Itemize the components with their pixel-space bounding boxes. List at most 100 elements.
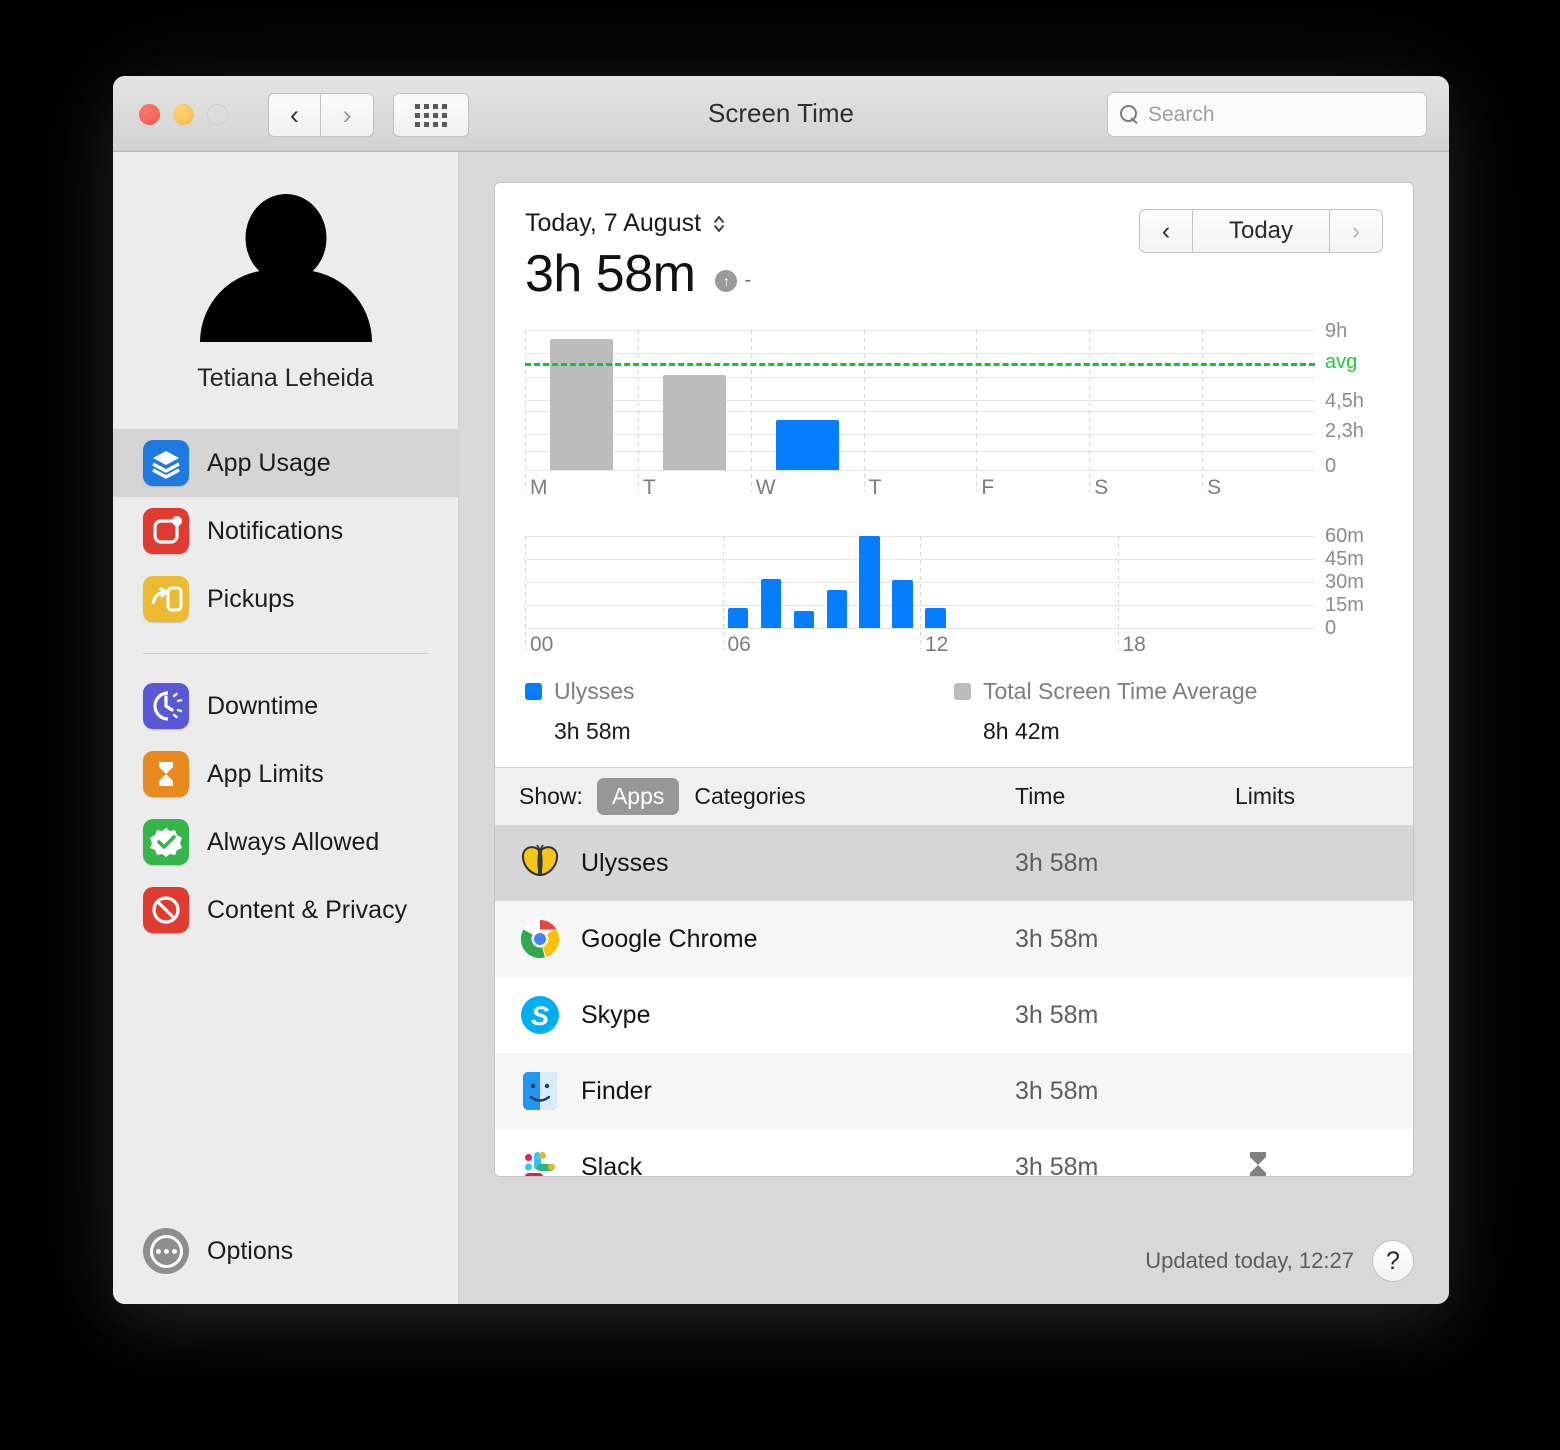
app-list: Ulysses 3h 58m Google Chrome 3h 58m S Sk… [495,825,1413,1176]
date-label: Today, 7 August [525,209,702,237]
svg-text:S: S [531,1001,549,1031]
table-row[interactable]: Finder 3h 58m [495,1053,1413,1129]
y-tick-label: 60m [1325,525,1364,547]
gridline [525,470,1315,471]
app-name: Google Chrome [581,924,758,953]
app-name: Skype [581,1000,651,1029]
gridline-vertical [525,536,526,650]
weekly-chart: 9h 4,5h 2,3h 0 avg M T W T F S S [495,320,1413,499]
sidebar-item-content-privacy[interactable]: Content & Privacy [113,876,458,944]
sidebar-item-notifications[interactable]: Notifications [113,497,458,565]
x-tick-label: S [1094,476,1109,499]
legend-swatch [954,683,971,700]
usage-panel: Today, 7 August 3h 58m ↑ - ‹ Today › 9h … [494,182,1414,1177]
gridline-vertical [525,330,526,492]
chrome-icon [519,918,561,960]
search-input[interactable] [1148,102,1414,127]
options-button[interactable]: Options [143,1228,293,1274]
x-tick-label: 12 [925,633,949,656]
window-titlebar: ‹ › Screen Time [113,76,1449,152]
gridline [525,376,1315,378]
finder-icon [519,1070,561,1112]
x-tick-label: W [755,476,776,499]
sidebar-item-always-allowed[interactable]: Always Allowed [113,808,458,876]
limit-hourglass-icon [1243,1148,1273,1176]
legend-swatch [525,683,542,700]
gridline [525,330,1315,331]
screen-time-window: ‹ › Screen Time Tetiana L [113,76,1449,1304]
segment-apps[interactable]: Apps [596,778,680,815]
weekly-bar[interactable] [775,420,839,470]
app-time: 3h 58m [1015,848,1099,877]
check-badge-icon [143,819,189,865]
app-time: 3h 58m [1015,1152,1099,1177]
y-tick-label: 2,3h [1325,420,1364,442]
sidebar-item-label: App Usage [207,448,331,477]
weekly-bar[interactable] [662,375,726,470]
total-time-value: 3h 58m [525,245,696,303]
user-profile: Tetiana Leheida [113,152,458,393]
main-content: Today, 7 August 3h 58m ↑ - ‹ Today › 9h … [459,152,1449,1304]
column-header-limits: Limits [1235,783,1296,809]
gridline-vertical [1202,330,1204,492]
gridline [525,353,1315,355]
sidebar-item-pickups[interactable]: Pickups [113,565,458,633]
y-tick-label: 15m [1325,594,1364,616]
x-tick-label: 00 [530,633,554,656]
avatar [198,194,374,342]
hourly-bar[interactable] [892,580,913,628]
help-button[interactable]: ? [1372,1240,1414,1282]
sidebar-item-label: Pickups [207,584,295,613]
legend-label: Ulysses [554,678,635,704]
date-stepper-icon[interactable] [711,212,727,236]
gridline [525,451,1315,453]
sidebar: Tetiana Leheida App Usage Notifications … [113,152,459,1304]
show-segmented-control[interactable]: Apps Categories [596,778,821,815]
hourly-bar[interactable] [925,608,946,628]
y-tick-label: 4,5h [1325,390,1364,412]
segment-categories[interactable]: Categories [679,778,820,815]
sidebar-item-label: App Limits [207,759,324,788]
hourly-bar[interactable] [793,611,814,628]
average-label: avg [1325,350,1358,373]
hourly-chart: 60m 45m 30m 15m 0 00 06 12 18 [495,525,1413,664]
sidebar-item-app-usage[interactable]: App Usage [113,429,458,497]
sidebar-item-app-limits[interactable]: App Limits [113,740,458,808]
today-button[interactable]: Today [1193,209,1329,253]
y-tick-label: 9h [1325,320,1348,342]
clock-icon [143,683,189,729]
app-time: 3h 58m [1015,924,1099,953]
x-tick-label: T [642,476,656,499]
sidebar-item-downtime[interactable]: Downtime [113,672,458,740]
search-box[interactable] [1107,92,1427,137]
table-row[interactable]: Ulysses 3h 58m [495,825,1413,901]
period-nav: ‹ Today › [1139,209,1383,253]
sidebar-divider [143,653,428,654]
legend-label: Total Screen Time Average [983,678,1258,704]
column-header-time: Time [1015,783,1066,809]
sidebar-nav: App Usage Notifications Pickups Downtime… [113,429,458,944]
gridline-vertical [920,536,921,650]
show-label: Show: [519,783,583,809]
trend-value: - [744,269,752,291]
table-row[interactable]: Google Chrome 3h 58m [495,901,1413,977]
hourly-bar[interactable] [727,608,749,628]
previous-day-button[interactable]: ‹ [1139,209,1193,253]
table-row[interactable]: Slack 3h 58m [495,1129,1413,1176]
sidebar-item-label: Notifications [207,516,344,545]
hourly-bar[interactable] [859,536,880,628]
legend-value: 8h 42m [983,718,1060,744]
options-label: Options [207,1236,294,1265]
app-name: Ulysses [581,848,669,877]
options-icon [143,1228,189,1274]
hourly-bar[interactable] [826,589,847,628]
weekly-bar[interactable] [549,339,614,470]
x-tick-label: M [530,476,548,499]
table-row[interactable]: S Skype 3h 58m [495,977,1413,1053]
panel-header: Today, 7 August 3h 58m ↑ - ‹ Today › [495,183,1413,304]
hourly-bar[interactable] [760,578,782,628]
x-tick-label: 06 [727,633,751,656]
x-tick-label: F [981,476,995,499]
updated-timestamp: Updated today, 12:27 [1145,1248,1354,1273]
panel-footer: Updated today, 12:27 ? [1145,1240,1414,1282]
